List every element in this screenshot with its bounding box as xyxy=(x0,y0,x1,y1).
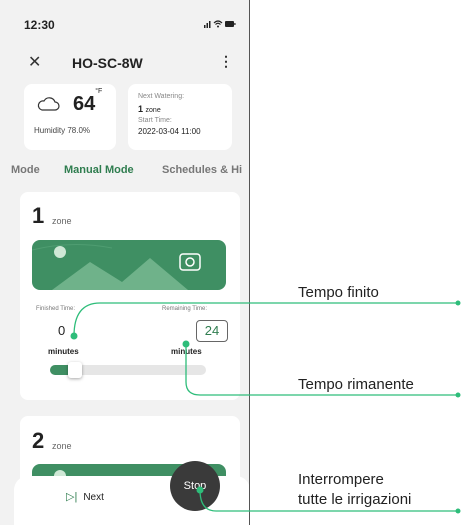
callout-stop-line2: tutte le irrigazioni xyxy=(298,491,412,508)
callout-lines xyxy=(70,300,461,514)
callout-remaining-time: Tempo rimanente xyxy=(298,376,414,393)
callout-stop-line1: Interrompere xyxy=(298,471,384,488)
callout-finished-time: Tempo finito xyxy=(298,284,379,301)
